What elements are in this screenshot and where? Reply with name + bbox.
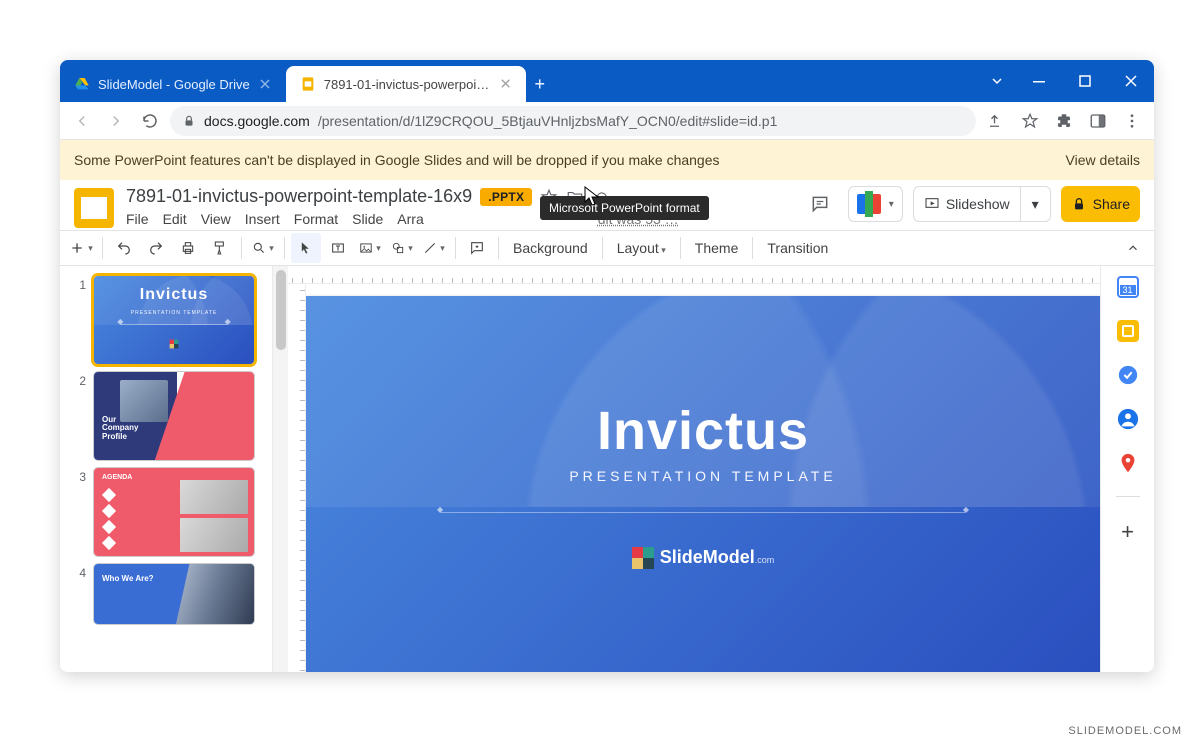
select-tool-button[interactable] — [291, 233, 321, 263]
thumb-number: 4 — [74, 564, 86, 580]
redo-button[interactable] — [141, 233, 171, 263]
close-icon[interactable] — [258, 77, 272, 91]
slide-subtitle: PRESENTATION TEMPLATE — [569, 468, 836, 484]
slides-icon — [300, 76, 316, 92]
window-minimize-icon[interactable] — [1016, 60, 1062, 102]
bookmark-star-icon[interactable] — [1016, 107, 1044, 135]
drive-icon — [74, 76, 90, 92]
address-bar[interactable]: docs.google.com/presentation/d/1lZ9CRQOU… — [170, 106, 976, 136]
keep-icon[interactable] — [1117, 320, 1139, 342]
url-path: /presentation/d/1lZ9CRQOU_5BtjauVHnljzbs… — [318, 113, 778, 129]
thumb-number: 2 — [74, 372, 86, 388]
slides-product-icon[interactable] — [74, 188, 114, 228]
slideshow-dropdown[interactable]: ▾ — [1021, 186, 1051, 222]
undo-button[interactable] — [109, 233, 139, 263]
shape-button[interactable] — [387, 233, 417, 263]
filmstrip: 1 Invictus PRESENTATION TEMPLATE 2 — [60, 266, 272, 672]
lock-icon — [1071, 196, 1087, 212]
nav-forward-icon[interactable] — [102, 107, 130, 135]
address-bar-row: docs.google.com/presentation/d/1lZ9CRQOU… — [60, 102, 1154, 140]
side-panel-icon[interactable] — [1084, 107, 1112, 135]
layout-button[interactable]: Layout — [609, 240, 674, 256]
comments-button[interactable] — [802, 186, 838, 222]
tab-label: 7891-01-invictus-powerpoint-te — [324, 77, 491, 92]
pptx-tooltip: Microsoft PowerPoint format — [540, 196, 709, 220]
print-button[interactable] — [173, 233, 203, 263]
window-titlebar: SlideModel - Google Drive 7891-01-invict… — [60, 60, 1154, 102]
slide-thumbnail-3[interactable]: AGENDA — [94, 468, 254, 556]
thumb-number: 1 — [74, 276, 86, 292]
chrome-menu-icon[interactable] — [1118, 107, 1146, 135]
play-icon — [924, 196, 940, 212]
browser-window: SlideModel - Google Drive 7891-01-invict… — [60, 60, 1154, 672]
calendar-icon[interactable]: 31 — [1117, 276, 1139, 298]
tab-dropdown-icon[interactable] — [978, 60, 1016, 102]
url-host: docs.google.com — [204, 113, 310, 129]
slide-thumbnail-1[interactable]: Invictus PRESENTATION TEMPLATE — [94, 276, 254, 364]
slide-canvas[interactable]: Invictus PRESENTATION TEMPLATE SlideMode… — [306, 284, 1100, 672]
background-button[interactable]: Background — [505, 240, 596, 256]
banner-message: Some PowerPoint features can't be displa… — [74, 152, 720, 168]
new-tab-button[interactable]: + — [526, 66, 554, 102]
slide-thumbnail-4[interactable]: Who We Are? — [94, 564, 254, 624]
menu-format[interactable]: Format — [294, 211, 338, 227]
zoom-button[interactable] — [248, 233, 278, 263]
nav-back-icon[interactable] — [68, 107, 96, 135]
compat-banner: Some PowerPoint features can't be displa… — [60, 140, 1154, 180]
new-slide-button[interactable] — [66, 233, 96, 263]
meet-icon — [857, 191, 883, 217]
share-page-icon[interactable] — [982, 107, 1010, 135]
menu-view[interactable]: View — [201, 211, 231, 227]
banner-view-details-button[interactable]: View details — [1066, 152, 1140, 168]
workspace: 1 Invictus PRESENTATION TEMPLATE 2 — [60, 266, 1154, 672]
close-icon[interactable] — [499, 77, 512, 91]
nav-reload-icon[interactable] — [136, 107, 164, 135]
paint-format-button[interactable] — [205, 233, 235, 263]
menu-arrange-truncated[interactable]: Arra — [397, 211, 423, 227]
slide-thumbnail-2[interactable]: OurCompanyProfile — [94, 372, 254, 460]
toolbar: Background Layout Theme Transition — [60, 230, 1154, 266]
theme-button[interactable]: Theme — [687, 240, 747, 256]
filmstrip-scrollbar[interactable] — [272, 266, 288, 672]
ruler-vertical — [288, 284, 306, 672]
window-controls — [978, 60, 1154, 102]
document-title[interactable]: 7891-01-invictus-powerpoint-template-16x… — [126, 186, 472, 207]
collapse-toolbar-icon[interactable] — [1118, 233, 1148, 263]
image-button[interactable] — [355, 233, 385, 263]
comment-insert-button[interactable] — [462, 233, 492, 263]
slideshow-button[interactable]: Slideshow — [913, 186, 1021, 222]
lock-icon — [182, 114, 196, 128]
side-panel: 31 + — [1100, 266, 1154, 672]
tasks-icon[interactable] — [1117, 364, 1139, 386]
attribution-text: SLIDEMODEL.COM — [1068, 725, 1182, 737]
canvas-area: Invictus PRESENTATION TEMPLATE SlideMode… — [288, 266, 1100, 672]
contacts-icon[interactable] — [1117, 408, 1139, 430]
maps-icon[interactable] — [1117, 452, 1139, 474]
pptx-badge[interactable]: .PPTX — [480, 188, 532, 206]
docs-header: 7891-01-invictus-powerpoint-template-16x… — [60, 180, 1154, 230]
menu-file[interactable]: File — [126, 211, 149, 227]
window-close-icon[interactable] — [1108, 60, 1154, 102]
meet-button[interactable]: ▾ — [848, 186, 903, 222]
browser-tab-slides[interactable]: 7891-01-invictus-powerpoint-te — [286, 66, 526, 102]
menu-edit[interactable]: Edit — [163, 211, 187, 227]
browser-tab-drive[interactable]: SlideModel - Google Drive — [60, 66, 286, 102]
slidemodel-mark-icon — [632, 547, 654, 569]
slidemodel-logo: SlideModel.com — [632, 547, 775, 569]
slide-divider — [441, 512, 965, 513]
menu-insert[interactable]: Insert — [245, 211, 280, 227]
textbox-button[interactable] — [323, 233, 353, 263]
window-maximize-icon[interactable] — [1062, 60, 1108, 102]
ruler-horizontal — [288, 266, 1100, 284]
extensions-icon[interactable] — [1050, 107, 1078, 135]
tab-label: SlideModel - Google Drive — [98, 77, 250, 92]
get-addons-button[interactable]: + — [1121, 519, 1134, 545]
menu-slide[interactable]: Slide — [352, 211, 383, 227]
current-slide[interactable]: Invictus PRESENTATION TEMPLATE SlideMode… — [306, 296, 1100, 672]
thumb-number: 3 — [74, 468, 86, 484]
share-button[interactable]: Share — [1061, 186, 1140, 222]
transition-button[interactable]: Transition — [759, 240, 836, 256]
mouse-cursor-icon — [584, 186, 600, 206]
line-button[interactable] — [419, 233, 449, 263]
